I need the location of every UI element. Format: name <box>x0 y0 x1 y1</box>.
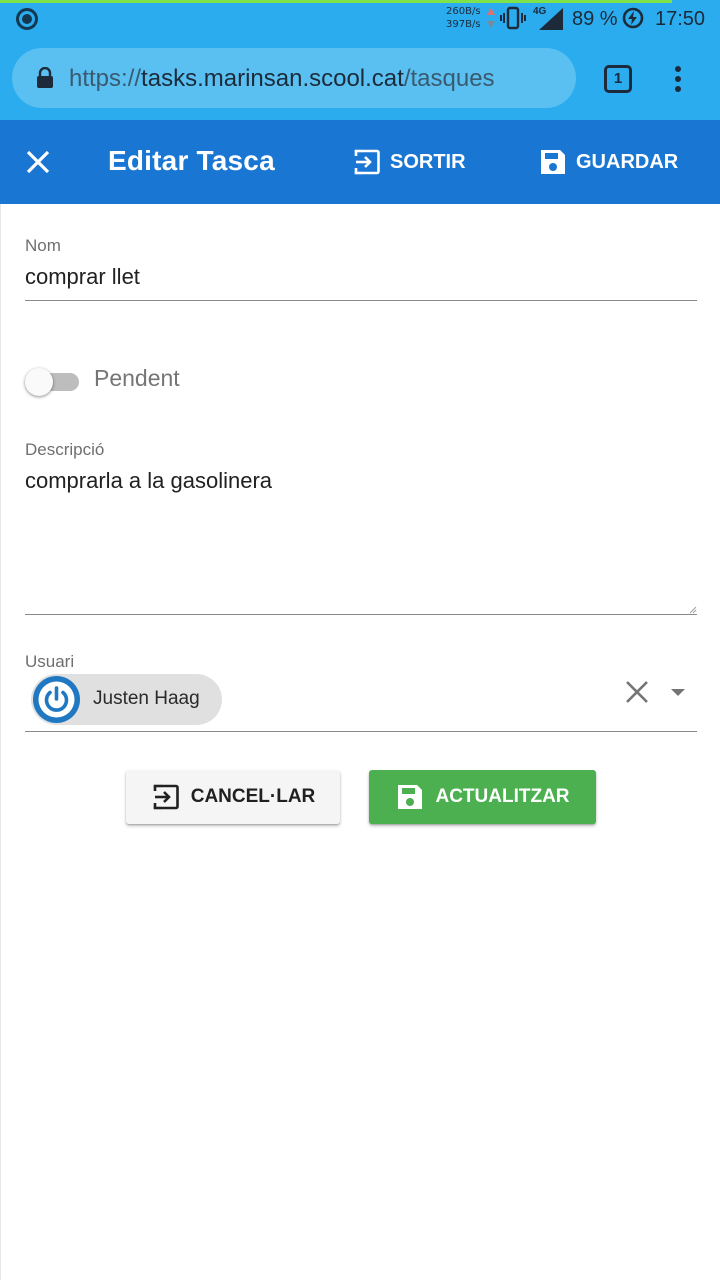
network-speed-down: 260B/s <box>446 6 481 17</box>
status-bar-progress-line <box>0 0 672 3</box>
arrow-drop-down-icon[interactable] <box>667 682 689 702</box>
more-vert-icon[interactable] <box>670 65 686 93</box>
vibrate-icon <box>500 6 526 30</box>
url-text[interactable]: https://tasks.marinsan.scool.cat/tasques <box>69 65 495 93</box>
toggle-thumb <box>25 368 53 396</box>
url-host: tasks.marinsan.scool.cat <box>141 65 404 92</box>
save-button-label: GUARDAR <box>576 150 679 173</box>
name-input[interactable]: comprar llet <box>25 264 140 290</box>
status-bar: 260B/s 397B/s 4G 89 % 17:50 <box>0 0 720 38</box>
avatar <box>33 676 80 723</box>
exit-button-label: SORTIR <box>390 150 466 173</box>
tab-switcher-button[interactable]: 1 <box>604 65 632 93</box>
battery-level: 89 % <box>572 8 618 30</box>
completed-toggle[interactable] <box>25 366 81 396</box>
description-textarea[interactable]: comprarla a la gasolinera <box>25 468 272 494</box>
url-scheme: https:// <box>69 65 142 92</box>
cancel-button[interactable]: CANCEL·LAR <box>126 770 340 824</box>
power-icon <box>38 681 75 718</box>
cancel-button-label: CANCEL·LAR <box>190 786 316 807</box>
exit-button[interactable]: SORTIR <box>352 146 466 178</box>
task-edit-form: Nom comprar llet Pendent Descripció comp… <box>0 204 720 1280</box>
textarea-resize-icon[interactable] <box>689 606 697 614</box>
browser-toolbar: https://tasks.marinsan.scool.cat/tasques… <box>0 38 720 120</box>
name-field-label: Nom <box>25 236 61 255</box>
save-button[interactable]: GUARDAR <box>538 146 678 178</box>
update-button[interactable]: ACTUALITZAR <box>369 770 596 824</box>
clear-icon[interactable] <box>623 678 651 706</box>
app-bar: Editar Tasca SORTIR GUARDAR <box>0 120 720 204</box>
description-underline <box>25 614 697 615</box>
battery-charging-icon <box>622 7 644 29</box>
user-select-underline <box>25 731 697 732</box>
url-bar[interactable]: https://tasks.marinsan.scool.cat/tasques <box>12 48 576 108</box>
user-chip-label: Justen Haag <box>93 688 200 709</box>
notification-icon <box>16 8 38 30</box>
completed-toggle-label: Pendent <box>94 365 180 391</box>
user-chip[interactable]: Justen Haag <box>31 674 222 725</box>
close-icon[interactable] <box>22 146 54 178</box>
exit-icon <box>153 784 179 810</box>
signal-icon <box>539 8 563 30</box>
save-icon <box>541 150 565 174</box>
network-speed-up: 397B/s <box>446 19 481 30</box>
update-button-label: ACTUALITZAR <box>435 786 570 807</box>
description-field-label: Descripció <box>25 440 105 459</box>
exit-icon <box>354 149 380 175</box>
data-transfer-icon <box>487 8 495 28</box>
name-input-underline <box>25 300 697 301</box>
lock-icon <box>37 67 53 88</box>
page-title: Editar Tasca <box>108 145 275 176</box>
network-speed: 260B/s 397B/s <box>446 5 481 31</box>
clock: 17:50 <box>655 8 706 30</box>
user-field-label: Usuari <box>25 652 75 671</box>
save-icon <box>398 785 423 809</box>
url-path: /tasques <box>403 65 495 92</box>
